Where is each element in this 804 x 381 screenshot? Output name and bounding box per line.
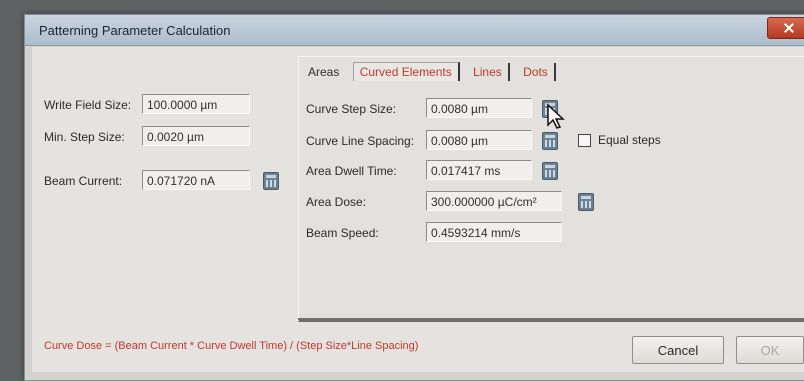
tab-dots[interactable]: Dots bbox=[517, 63, 556, 81]
equal-steps-checkbox[interactable] bbox=[578, 134, 591, 147]
tab-areas[interactable]: Areas bbox=[302, 63, 345, 81]
mouse-pointer-icon bbox=[547, 103, 565, 129]
curve-line-spacing-calculator-icon[interactable] bbox=[542, 132, 558, 150]
min-step-size-field[interactable]: 0.0020 µm bbox=[142, 126, 250, 146]
write-field-size-label: Write Field Size: bbox=[44, 98, 132, 112]
area-dose-label: Area Dose: bbox=[306, 195, 367, 209]
curve-step-size-field[interactable]: 0.0080 µm bbox=[426, 98, 532, 118]
tab-strip: Areas Curved Elements Lines Dots bbox=[302, 62, 560, 81]
ok-button[interactable]: OK bbox=[736, 336, 804, 364]
close-button[interactable] bbox=[767, 17, 804, 39]
area-dwell-time-label: Area Dwell Time: bbox=[306, 164, 397, 178]
write-field-size-field[interactable]: 100.0000 µm bbox=[142, 94, 250, 114]
curve-line-spacing-label: Curve Line Spacing: bbox=[306, 134, 415, 148]
area-dose-field[interactable]: 300.000000 µC/cm² bbox=[426, 191, 562, 211]
min-step-size-label: Min. Step Size: bbox=[44, 130, 125, 144]
beam-speed-field: 0.4593214 mm/s bbox=[426, 222, 562, 242]
beam-current-field[interactable]: 0.071720 nA bbox=[142, 170, 250, 190]
tab-panel bbox=[298, 56, 804, 322]
curve-dose-formula: Curve Dose = (Beam Current * Curve Dwell… bbox=[44, 340, 419, 352]
equal-steps-label: Equal steps bbox=[598, 133, 661, 147]
tab-curved-elements[interactable]: Curved Elements bbox=[352, 62, 460, 81]
beam-speed-label: Beam Speed: bbox=[306, 226, 379, 240]
curve-line-spacing-field[interactable]: 0.0080 µm bbox=[426, 130, 532, 150]
title-bar: Patterning Parameter Calculation bbox=[25, 15, 804, 46]
beam-current-label: Beam Current: bbox=[44, 174, 123, 188]
beam-current-calculator-icon[interactable] bbox=[263, 172, 279, 190]
cancel-button[interactable]: Cancel bbox=[632, 336, 724, 364]
curve-step-size-label: Curve Step Size: bbox=[306, 102, 397, 116]
area-dwell-time-calculator-icon[interactable] bbox=[542, 162, 558, 180]
footer-divider bbox=[298, 318, 804, 320]
tab-lines[interactable]: Lines bbox=[467, 63, 510, 81]
area-dwell-time-field[interactable]: 0.017417 ms bbox=[426, 160, 532, 180]
window-title: Patterning Parameter Calculation bbox=[39, 23, 231, 38]
area-dose-calculator-icon[interactable] bbox=[578, 193, 594, 211]
